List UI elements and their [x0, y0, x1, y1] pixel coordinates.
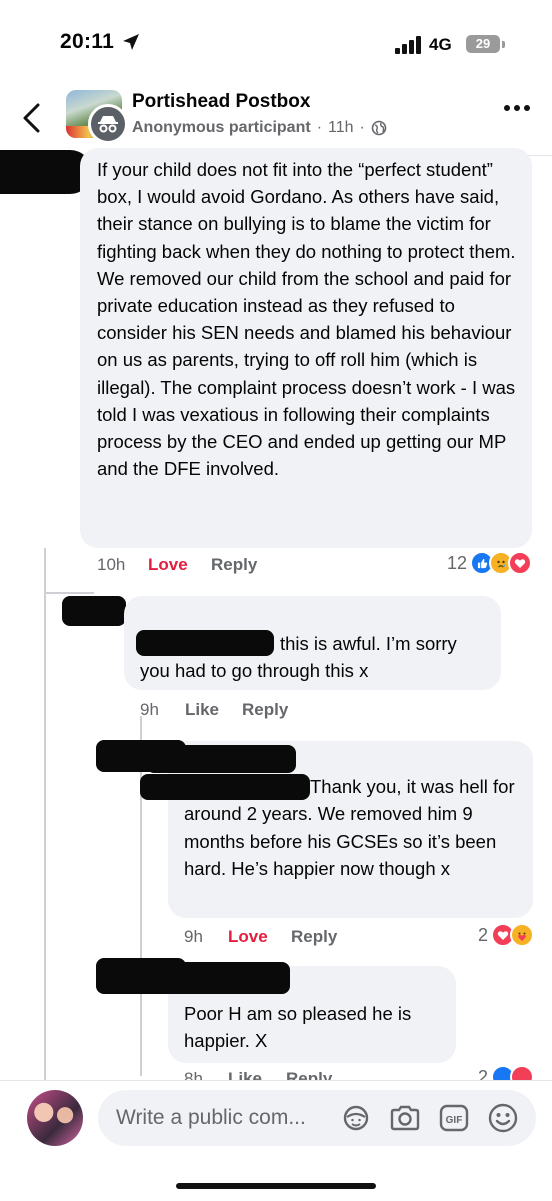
reaction-summary[interactable]: 12	[447, 551, 533, 575]
group-name[interactable]: Portishead Postbox	[132, 91, 310, 113]
emoji-icon[interactable]	[487, 1102, 519, 1134]
camera-icon[interactable]	[389, 1102, 421, 1134]
post-age: 11h	[328, 119, 354, 136]
comment-time[interactable]: 9h	[140, 700, 159, 720]
love-icon	[508, 551, 533, 575]
status-time: 20:11	[60, 30, 115, 53]
battery-tip	[502, 41, 505, 48]
author-label: Anonymous participant	[132, 119, 311, 136]
anonymous-participant-icon	[88, 104, 128, 144]
post-meta: Anonymous participant · 11h ·	[132, 119, 387, 137]
reaction-count: 2	[478, 924, 489, 945]
reaction-count: 12	[447, 552, 468, 573]
redacted-avatar	[0, 150, 92, 194]
globe-icon	[371, 120, 387, 136]
love-reaction-button[interactable]: Love	[228, 927, 268, 947]
signal-icon	[395, 36, 423, 54]
reply-button[interactable]: Reply	[291, 927, 337, 947]
meta-separator: ·	[316, 119, 323, 136]
battery-icon: 29	[466, 35, 500, 53]
gif-icon[interactable]: GIF	[438, 1102, 470, 1134]
back-chevron-icon[interactable]	[20, 102, 42, 134]
like-button[interactable]: Like	[185, 700, 219, 720]
comment-text: If your child does not fit into the “per…	[97, 159, 516, 480]
redacted-mention	[136, 630, 274, 656]
redacted-name	[150, 962, 290, 994]
comment-time[interactable]: 10h	[97, 555, 125, 575]
reply-button[interactable]: Reply	[242, 700, 288, 720]
user-avatar	[27, 1090, 83, 1146]
home-indicator	[176, 1183, 376, 1189]
reaction-summary[interactable]: 2	[478, 923, 535, 947]
love-reaction-button[interactable]: Love	[148, 555, 188, 575]
meta-separator-2: ·	[359, 119, 365, 136]
svg-text:GIF: GIF	[446, 1115, 463, 1126]
thread-branch	[44, 592, 94, 594]
redacted-mention	[140, 774, 310, 800]
comment-input-placeholder[interactable]: Write a public com...	[116, 1106, 306, 1130]
reply-button[interactable]: Reply	[211, 555, 257, 575]
network-type: 4G	[429, 35, 452, 54]
comment-time[interactable]: 9h	[184, 927, 203, 947]
location-arrow-icon	[123, 34, 139, 50]
redacted-name	[146, 745, 296, 773]
more-options-icon[interactable]	[503, 104, 531, 112]
care-icon	[510, 923, 535, 947]
comment-text: Poor H am so pleased he is happier. X	[184, 1003, 412, 1051]
redacted-avatar	[62, 596, 126, 626]
thread-line	[44, 548, 46, 1088]
avatar-sticker-icon[interactable]	[340, 1102, 372, 1134]
